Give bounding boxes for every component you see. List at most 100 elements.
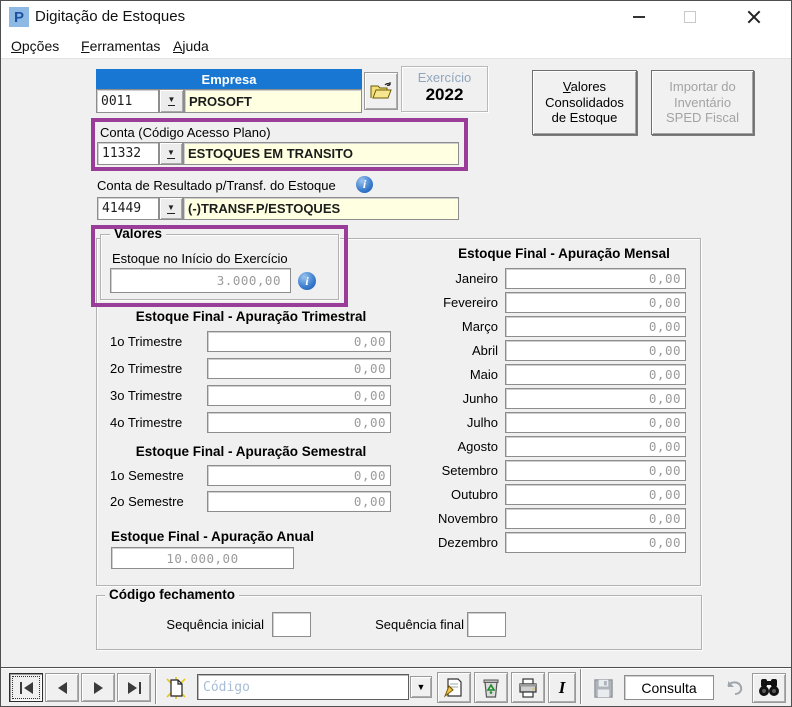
nav-last-button[interactable] xyxy=(117,673,151,702)
trimestre-input[interactable] xyxy=(207,385,391,406)
seq-final-input[interactable] xyxy=(467,612,506,637)
edit-record-button[interactable] xyxy=(437,672,471,703)
italic-button[interactable]: I xyxy=(548,672,576,703)
conta-resultado-code-input[interactable] xyxy=(97,197,159,220)
dropdown-arrow-icon: ▼ xyxy=(416,682,426,692)
month-input[interactable] xyxy=(505,292,686,313)
month-label: Junho xyxy=(462,391,498,406)
record-search-combo[interactable] xyxy=(197,674,409,700)
month-label: Setembro xyxy=(441,463,498,478)
conta-dropdown-button[interactable]: ▼ xyxy=(159,142,183,165)
minimize-button[interactable] xyxy=(616,1,662,33)
app-logo-icon: P xyxy=(9,7,29,27)
dropdown-arrow-icon: ▼ xyxy=(167,202,175,214)
conta-code-input[interactable] xyxy=(97,142,159,165)
nav-next-button[interactable] xyxy=(81,673,115,702)
close-button[interactable] xyxy=(731,1,777,33)
toolbar-separator xyxy=(580,669,582,704)
menu-ajuda-accel: A xyxy=(173,38,183,54)
semestre-input[interactable] xyxy=(207,491,391,512)
dropdown-arrow-icon: ▼ xyxy=(167,95,176,106)
empresa-name-input[interactable] xyxy=(184,89,362,113)
seq-final-label: Sequência final xyxy=(375,617,464,632)
month-label: Novembro xyxy=(438,511,498,526)
month-input[interactable] xyxy=(505,364,686,385)
menu-opcoes-accel: O xyxy=(11,38,22,54)
printer-icon xyxy=(519,677,537,698)
btn-line: Consolidados xyxy=(545,94,624,110)
month-input[interactable] xyxy=(505,412,686,433)
estoque-inicio-input[interactable] xyxy=(110,268,291,293)
conta-label: Conta (Código Acesso Plano) xyxy=(100,125,271,140)
empresa-code-input[interactable] xyxy=(96,89,159,113)
empresa-dropdown-button[interactable]: ▼ xyxy=(159,89,184,113)
edit-document-icon xyxy=(443,677,462,697)
menu-item-ajuda[interactable]: Ajuda xyxy=(173,38,209,54)
nav-first-button[interactable] xyxy=(9,673,43,702)
undo-button xyxy=(718,673,750,703)
status-mode-box: Consulta xyxy=(624,675,714,700)
maximize-button xyxy=(667,1,713,33)
info-icon[interactable]: i xyxy=(356,176,373,193)
month-input[interactable] xyxy=(505,508,686,529)
anual-input[interactable] xyxy=(111,547,294,569)
trimestre-label: 3o Trimestre xyxy=(110,388,183,403)
month-input[interactable] xyxy=(505,460,686,481)
menu-item-opcoes[interactable]: Opções xyxy=(11,38,59,54)
month-input[interactable] xyxy=(505,532,686,553)
month-input[interactable] xyxy=(505,388,686,409)
window-title: Digitação de Estoques xyxy=(35,8,186,25)
month-input[interactable] xyxy=(505,340,686,361)
previous-record-icon xyxy=(57,681,67,694)
exercicio-panel: Exercício 2022 xyxy=(401,66,488,112)
save-button xyxy=(586,673,620,703)
nav-previous-button[interactable] xyxy=(45,673,79,702)
new-record-button[interactable] xyxy=(158,672,194,703)
month-label: Janeiro xyxy=(455,271,498,286)
month-input[interactable] xyxy=(505,268,686,289)
rest: alores xyxy=(570,79,607,95)
conta-resultado-desc-input[interactable] xyxy=(183,197,459,220)
fechamento-legend: Código fechamento xyxy=(105,587,240,602)
month-label: Julho xyxy=(466,415,498,430)
search-button[interactable] xyxy=(752,673,786,703)
month-label: Maio xyxy=(469,367,498,382)
combo-dropdown-button[interactable]: ▼ xyxy=(410,676,432,698)
anual-title: Estoque Final - Apuração Anual xyxy=(111,529,315,544)
semestral-title: Estoque Final - Apuração Semestral xyxy=(135,444,367,459)
minimize-icon xyxy=(633,16,645,18)
trimestral-title: Estoque Final - Apuração Trimestral xyxy=(135,309,367,324)
trimestre-input[interactable] xyxy=(207,358,391,379)
first-record-icon xyxy=(19,681,33,694)
btn-line: de Estoque xyxy=(551,110,618,126)
valores-legend: Valores xyxy=(110,226,167,241)
conta-desc-input[interactable] xyxy=(183,142,459,165)
record-search-input[interactable] xyxy=(198,679,408,695)
seq-inicial-input[interactable] xyxy=(272,612,311,637)
trimestre-label: 4o Trimestre xyxy=(110,415,183,430)
exercicio-value: 2022 xyxy=(425,85,464,104)
save-disk-icon xyxy=(593,678,613,698)
conta-resultado-dropdown-button[interactable]: ▼ xyxy=(159,197,183,220)
print-button[interactable] xyxy=(511,672,545,703)
trimestre-input[interactable] xyxy=(207,412,391,433)
trimestre-input[interactable] xyxy=(207,331,391,352)
month-input[interactable] xyxy=(505,484,686,505)
delete-record-button[interactable] xyxy=(474,672,508,703)
seq-inicial-label: Sequência inicial xyxy=(166,617,264,632)
semestre-input[interactable] xyxy=(207,465,391,486)
month-input[interactable] xyxy=(505,436,686,457)
accel: V xyxy=(562,79,571,95)
menu-opcoes-rest: pções xyxy=(21,38,60,54)
menu-ferramentas-rest: erramentas xyxy=(89,38,161,54)
month-label: Abril xyxy=(471,343,498,358)
trash-recycle-icon xyxy=(483,679,499,698)
valores-consolidados-button[interactable]: Valores Consolidados de Estoque xyxy=(532,70,637,135)
menu-item-ferramentas[interactable]: Ferramentas xyxy=(81,38,160,54)
next-record-icon xyxy=(93,681,103,694)
binoculars-icon xyxy=(759,679,779,696)
info-icon[interactable]: i xyxy=(298,272,316,290)
open-company-button[interactable] xyxy=(364,72,398,110)
month-input[interactable] xyxy=(505,316,686,337)
new-document-icon xyxy=(166,676,186,699)
